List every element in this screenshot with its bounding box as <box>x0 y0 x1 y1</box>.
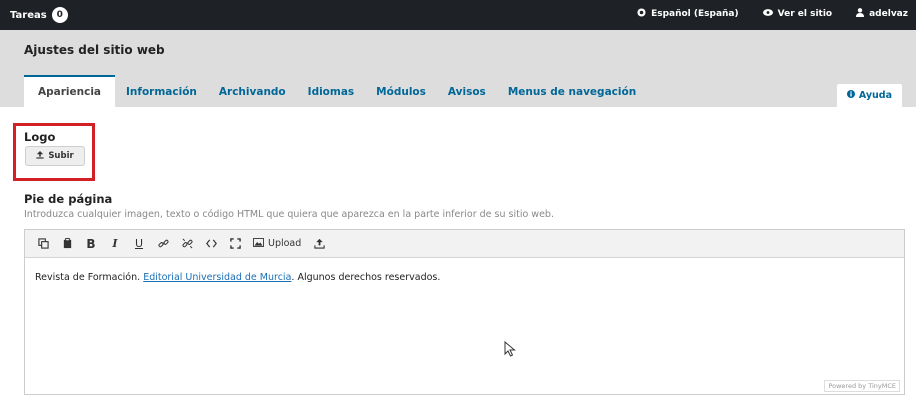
editor-content[interactable]: Revista de Formación. Editorial Universi… <box>35 272 440 283</box>
footer-rich-text-editor[interactable]: B I U Upload Revista de Formación. Edito… <box>24 229 905 395</box>
tab-notices[interactable]: Avisos <box>437 77 497 107</box>
view-site-link[interactable]: Ver el sitio <box>762 9 833 19</box>
bold-icon[interactable]: B <box>79 233 103 255</box>
unlink-icon[interactable] <box>175 233 199 255</box>
mouse-cursor-icon <box>504 341 516 357</box>
powered-by-label: Powered by TinyMCE <box>824 380 900 392</box>
publisher-link[interactable]: Editorial Universidad de Murcia <box>143 272 291 283</box>
top-navigation-bar: Tareas 0 Español (España) Ver el sitio a… <box>0 0 916 30</box>
user-icon <box>856 8 865 20</box>
tasks-menu[interactable]: Tareas 0 <box>10 7 68 23</box>
editor-toolbar: B I U Upload <box>25 230 904 258</box>
page-title: Ajustes del sitio web <box>24 43 165 57</box>
tasks-label: Tareas <box>10 9 47 21</box>
tab-modules[interactable]: Módulos <box>365 77 437 107</box>
code-icon[interactable] <box>199 233 223 255</box>
language-selector[interactable]: Español (España) <box>637 8 739 20</box>
content-text-suffix: . Algunos derechos reservados. <box>291 272 441 283</box>
language-label: Español (España) <box>651 9 739 19</box>
content-text-prefix: Revista de Formación. <box>35 272 144 283</box>
image-upload-button[interactable]: Upload <box>247 233 307 255</box>
eye-icon <box>762 9 773 19</box>
user-menu[interactable]: adelvaz <box>856 8 908 20</box>
footer-label: Pie de página <box>24 192 113 206</box>
image-upload-label: Upload <box>268 238 302 249</box>
view-site-label: Ver el sitio <box>777 9 833 19</box>
fullscreen-icon[interactable] <box>223 233 247 255</box>
logo-upload-button[interactable]: Subir <box>25 146 85 166</box>
upload-label: Subir <box>48 151 74 161</box>
tab-languages[interactable]: Idiomas <box>297 77 366 107</box>
settings-tabs: Apariencia Información Archivando Idioma… <box>24 75 647 107</box>
underline-icon[interactable]: U <box>127 233 151 255</box>
link-icon[interactable] <box>151 233 175 255</box>
tab-archiving[interactable]: Archivando <box>208 77 297 107</box>
tab-appearance[interactable]: Apariencia <box>24 75 116 107</box>
logo-label: Logo <box>24 130 56 144</box>
paste-icon[interactable] <box>55 233 79 255</box>
help-label: Ayuda <box>858 90 892 101</box>
info-icon <box>846 90 855 101</box>
tasks-count-badge: 0 <box>51 7 68 23</box>
image-icon <box>253 237 264 250</box>
upload-icon[interactable] <box>307 233 331 255</box>
help-button[interactable]: Ayuda <box>836 84 902 107</box>
copy-icon[interactable] <box>31 233 55 255</box>
globe-icon <box>637 8 646 20</box>
tab-information[interactable]: Información <box>115 77 208 107</box>
tab-navigation-menus[interactable]: Menus de navegación <box>497 77 647 107</box>
italic-icon[interactable]: I <box>103 233 127 255</box>
user-name: adelvaz <box>869 9 908 19</box>
upload-icon <box>36 150 44 162</box>
footer-description: Introduzca cualquier imagen, texto o cód… <box>24 209 554 220</box>
